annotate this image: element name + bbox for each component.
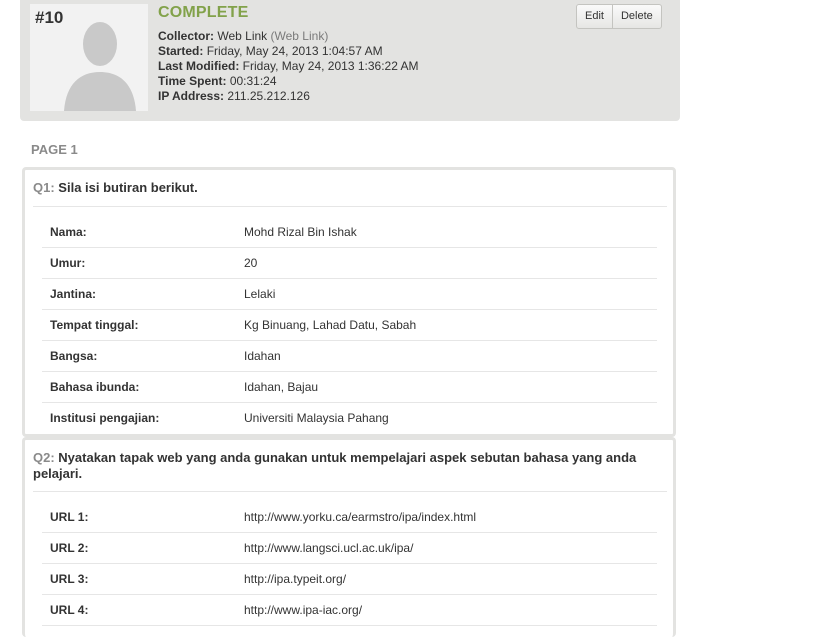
table-row: Institusi pengajian: Universiti Malaysia… (42, 403, 657, 433)
answer-label: Jantina: (50, 287, 97, 301)
answer-value: Universiti Malaysia Pahang (244, 411, 389, 425)
answer-label: Institusi pengajian: (50, 411, 160, 425)
question-title: Q2: Nyatakan tapak web yang anda gunakan… (33, 450, 661, 482)
answer-label: Bahasa ibunda: (50, 380, 140, 394)
table-row: URL 4: http://www.ipa-iac.org/ (42, 595, 657, 626)
question-text: Nyatakan tapak web yang anda gunakan unt… (33, 450, 637, 481)
table-row: URL 1: http://www.yorku.ca/earmstro/ipa/… (42, 502, 657, 533)
answer-value: http://ipa.typeit.org/ (244, 572, 347, 586)
table-row: Tempat tinggal: Kg Binuang, Lahad Datu, … (42, 310, 657, 341)
response-meta: Collector: Web Link (Web Link) Started: … (158, 29, 419, 104)
table-row: Jantina: Lelaki (42, 279, 657, 310)
answer-value: Idahan (244, 349, 281, 363)
answer-value: Kg Binuang, Lahad Datu, Sabah (244, 318, 417, 332)
response-header: #10 COMPLETE Collector: Web Link (Web Li… (20, 0, 680, 121)
question-title: Q1: Sila isi butiran berikut. (33, 180, 661, 196)
page-label: PAGE 1 (31, 142, 78, 157)
answer-label: URL 3: (50, 572, 89, 586)
meta-time-spent: Time Spent: 00:31:24 (158, 74, 277, 88)
answer-table: URL 1: http://www.yorku.ca/earmstro/ipa/… (42, 502, 657, 626)
meta-ip-address: IP Address: 211.25.212.126 (158, 89, 310, 103)
table-row: URL 3: http://ipa.typeit.org/ (42, 564, 657, 595)
edit-button[interactable]: Edit (577, 5, 612, 28)
table-row: URL 2: http://www.langsci.ucl.ac.uk/ipa/ (42, 533, 657, 564)
answer-label: URL 2: (50, 541, 89, 555)
question-text: Sila isi butiran berikut. (58, 180, 198, 195)
answer-value: Lelaki (244, 287, 276, 301)
answer-value: 20 (244, 256, 258, 270)
divider (33, 491, 667, 492)
answer-label: URL 1: (50, 510, 89, 524)
answer-value: http://www.yorku.ca/earmstro/ipa/index.h… (244, 510, 477, 524)
meta-last-modified: Last Modified: Friday, May 24, 2013 1:36… (158, 59, 419, 73)
response-actions: Edit Delete (576, 4, 662, 29)
answer-label: URL 4: (50, 603, 89, 617)
answer-label: Nama: (50, 225, 87, 239)
answer-value: Idahan, Bajau (244, 380, 319, 394)
answer-label: Tempat tinggal: (50, 318, 139, 332)
answer-value: http://www.ipa-iac.org/ (244, 603, 363, 617)
delete-button[interactable]: Delete (611, 5, 661, 28)
answer-label: Umur: (50, 256, 86, 270)
status-label: COMPLETE (158, 4, 249, 21)
response-number: #10 (35, 8, 64, 27)
meta-started: Started: Friday, May 24, 2013 1:04:57 AM (158, 44, 383, 58)
question-number: Q1: (33, 180, 55, 195)
question-q1: Q1: Sila isi butiran berikut. Nama: Mohd… (22, 167, 676, 437)
avatar: #10 (30, 4, 148, 111)
table-row: Umur: 20 (42, 248, 657, 279)
answer-value: http://www.langsci.ucl.ac.uk/ipa/ (244, 541, 414, 555)
divider (33, 206, 667, 207)
answer-label: Bangsa: (50, 349, 98, 363)
question-number: Q2: (33, 450, 55, 465)
table-row: Bangsa: Idahan (42, 341, 657, 372)
answer-table: Nama: Mohd Rizal Bin Ishak Umur: 20 Jant… (42, 217, 657, 433)
table-row: Bahasa ibunda: Idahan, Bajau (42, 372, 657, 403)
question-q2: Q2: Nyatakan tapak web yang anda gunakan… (22, 437, 676, 637)
meta-collector: Collector: Web Link (Web Link) (158, 29, 329, 43)
table-row: Nama: Mohd Rizal Bin Ishak (42, 217, 657, 248)
answer-value: Mohd Rizal Bin Ishak (244, 225, 357, 239)
